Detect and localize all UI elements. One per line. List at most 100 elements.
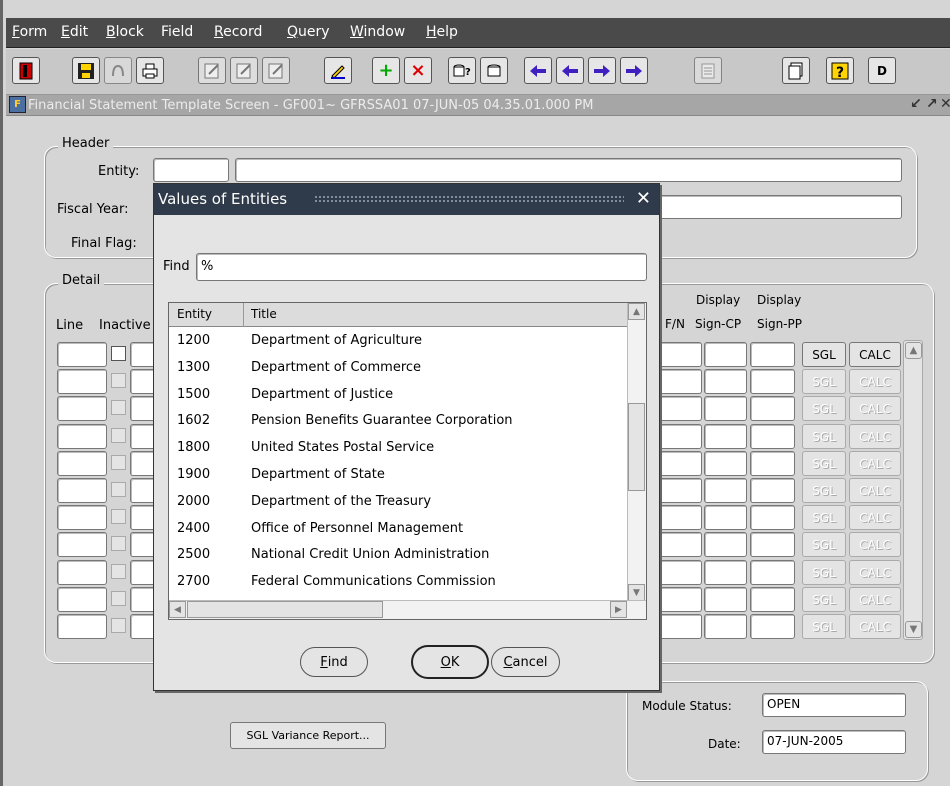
detail-calc-button[interactable]: CALC	[849, 532, 901, 557]
detail-calc-button[interactable]: CALC	[849, 342, 901, 367]
clear-block-icon[interactable]	[230, 57, 258, 84]
detail-sign-cp-field[interactable]	[704, 505, 747, 530]
detail-sgl-button[interactable]: SGL	[802, 505, 846, 530]
detail-line-field[interactable]	[57, 424, 107, 449]
detail-sign-cp-field[interactable]	[704, 369, 747, 394]
detail-calc-button[interactable]: CALC	[849, 587, 901, 612]
detail-sign-cp-field[interactable]	[704, 424, 747, 449]
entity-column-header[interactable]: Entity	[177, 307, 212, 321]
save-icon[interactable]	[72, 57, 100, 84]
detail-sign-cp-field[interactable]	[704, 342, 747, 367]
list-item[interactable]: 2700 Federal Communications Commission	[169, 569, 628, 596]
menu-edit[interactable]: Edit	[61, 24, 88, 40]
title-column-header[interactable]: Title	[251, 307, 277, 321]
previous-block-icon[interactable]	[524, 57, 552, 84]
list-scroll-down-icon[interactable]: ▼	[628, 584, 645, 601]
close-window-icon[interactable]: ✕	[940, 96, 950, 112]
menu-field[interactable]: Field	[161, 24, 193, 40]
list-scroll-right-icon[interactable]: ▶	[610, 601, 627, 618]
detail-line-field[interactable]	[57, 560, 107, 585]
next-block-icon[interactable]	[620, 57, 648, 84]
exit-icon[interactable]	[12, 57, 40, 84]
detail-calc-button[interactable]: CALC	[849, 560, 901, 585]
list-item[interactable]: 1200 Department of Agriculture	[169, 328, 628, 355]
detail-inactive-checkbox[interactable]	[111, 618, 126, 633]
detail-fn-field[interactable]	[658, 532, 702, 557]
detail-sign-cp-field[interactable]	[704, 478, 747, 503]
previous-record-icon[interactable]	[556, 57, 584, 84]
detail-sign-pp-field[interactable]	[750, 478, 795, 503]
detail-line-field[interactable]	[57, 478, 107, 503]
detail-sign-pp-field[interactable]	[750, 587, 795, 612]
detail-line-field[interactable]	[57, 369, 107, 394]
attachments-icon[interactable]	[782, 57, 810, 84]
detail-line-field[interactable]	[57, 532, 107, 557]
detail-sign-cp-field[interactable]	[704, 560, 747, 585]
detail-calc-button[interactable]: CALC	[849, 369, 901, 394]
detail-sign-cp-field[interactable]	[704, 532, 747, 557]
clear-form-icon[interactable]	[198, 57, 226, 84]
detail-line-field[interactable]	[57, 396, 107, 421]
detail-scrollbar[interactable]: ▲ ▼	[903, 340, 923, 640]
help-icon[interactable]: ?	[826, 57, 854, 84]
detail-fn-field[interactable]	[658, 478, 702, 503]
close-icon[interactable]: ✕	[636, 188, 651, 209]
print-setup-icon[interactable]	[104, 57, 132, 84]
menu-help[interactable]: Help	[426, 24, 458, 40]
detail-inactive-checkbox[interactable]	[111, 373, 126, 388]
detail-calc-button[interactable]: CALC	[849, 451, 901, 476]
menu-form[interactable]: Form	[12, 24, 47, 40]
d-button[interactable]: D	[868, 57, 896, 84]
detail-sign-pp-field[interactable]	[750, 560, 795, 585]
detail-inactive-checkbox[interactable]	[111, 428, 126, 443]
menu-query[interactable]: Query	[287, 24, 330, 40]
detail-fn-field[interactable]	[658, 424, 702, 449]
detail-sgl-button[interactable]: SGL	[802, 396, 846, 421]
detail-line-field[interactable]	[57, 451, 107, 476]
list-item[interactable]: 2000 Department of the Treasury	[169, 489, 628, 516]
cancel-button[interactable]: Cancel	[491, 647, 560, 677]
detail-inactive-checkbox[interactable]	[111, 455, 126, 470]
detail-line-field[interactable]	[57, 505, 107, 530]
detail-inactive-checkbox[interactable]	[111, 591, 126, 606]
find-input[interactable]: %	[196, 253, 647, 281]
detail-calc-button[interactable]: CALC	[849, 424, 901, 449]
list-item[interactable]: 2400 Office of Personnel Management	[169, 516, 628, 543]
detail-sgl-button[interactable]: SGL	[802, 587, 846, 612]
list-item[interactable]: 1300 Department of Commerce	[169, 355, 628, 382]
clear-record-icon[interactable]	[262, 57, 290, 84]
detail-fn-field[interactable]	[658, 587, 702, 612]
list-item[interactable]: 1602 Pension Benefits Guarantee Corporati…	[169, 408, 628, 435]
list-item[interactable]: 2500 National Credit Union Administration	[169, 542, 628, 569]
detail-sign-pp-field[interactable]	[750, 342, 795, 367]
list-hscroll-thumb[interactable]	[187, 601, 383, 618]
detail-sgl-button[interactable]: SGL	[802, 369, 846, 394]
fiscal-year-desc-field[interactable]	[658, 195, 902, 219]
detail-sgl-button[interactable]: SGL	[802, 560, 846, 585]
detail-inactive-checkbox[interactable]	[111, 482, 126, 497]
sgl-variance-report-button[interactable]: SGL Variance Report...	[230, 722, 386, 749]
detail-sgl-button[interactable]: SGL	[802, 451, 846, 476]
detail-sign-pp-field[interactable]	[750, 396, 795, 421]
detail-sign-cp-field[interactable]	[704, 614, 747, 639]
dialog-title-bar[interactable]: Values of Entities ✕	[154, 184, 659, 215]
detail-inactive-checkbox[interactable]	[111, 400, 126, 415]
delete-record-icon[interactable]: ×	[404, 57, 432, 84]
detail-line-field[interactable]	[57, 587, 107, 612]
detail-sign-cp-field[interactable]	[704, 451, 747, 476]
detail-fn-field[interactable]	[658, 505, 702, 530]
scroll-down-icon[interactable]: ▼	[905, 621, 922, 638]
detail-line-field[interactable]	[57, 614, 107, 639]
enter-query-icon[interactable]: ?	[448, 57, 476, 84]
edit-icon[interactable]	[324, 57, 352, 84]
menu-window[interactable]: Window	[350, 24, 405, 40]
entity-code-field[interactable]	[153, 158, 229, 182]
scroll-up-icon[interactable]: ▲	[905, 342, 922, 359]
detail-fn-field[interactable]	[658, 342, 702, 367]
execute-query-icon[interactable]	[480, 57, 508, 84]
detail-inactive-checkbox[interactable]	[111, 536, 126, 551]
detail-sign-pp-field[interactable]	[750, 451, 795, 476]
insert-record-icon[interactable]: +	[372, 57, 400, 84]
detail-sign-pp-field[interactable]	[750, 505, 795, 530]
detail-fn-field[interactable]	[658, 369, 702, 394]
